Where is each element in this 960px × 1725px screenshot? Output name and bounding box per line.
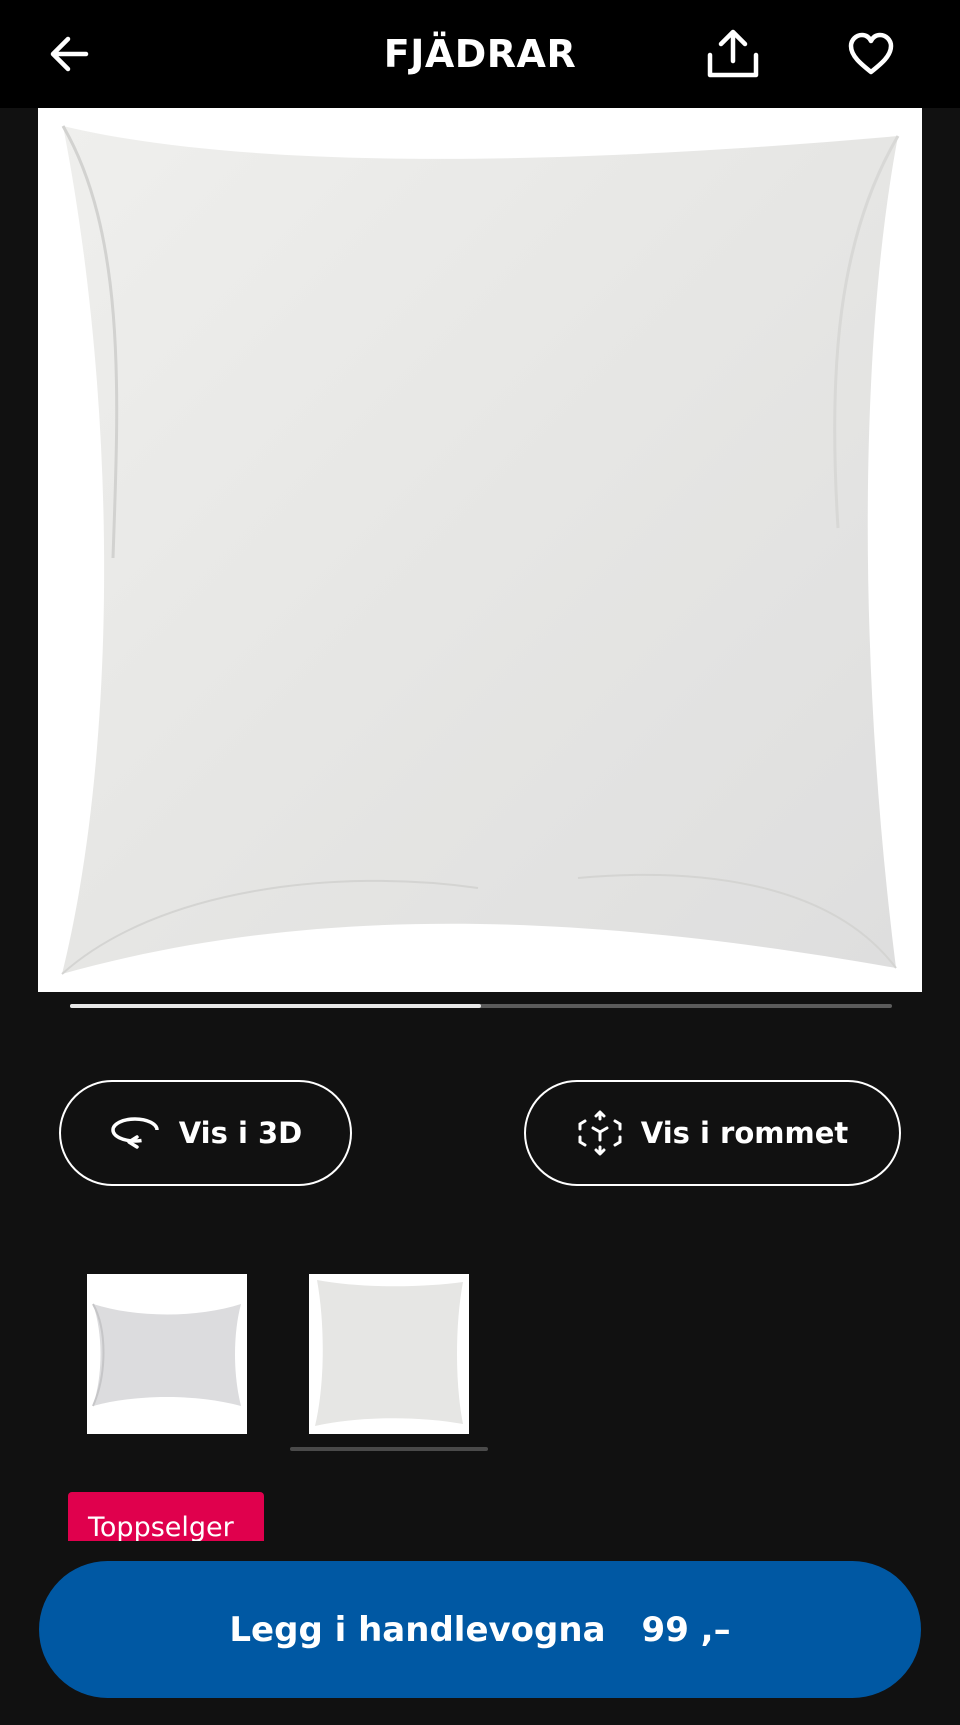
page-title: FJÄDRAR — [383, 32, 577, 76]
gallery-progress-fill — [70, 1004, 481, 1008]
price-label: 99 ,– — [641, 1609, 731, 1650]
thumbnail-square-pillow[interactable] — [309, 1274, 469, 1434]
gallery-progress-track — [70, 1004, 892, 1008]
arrow-left-icon — [50, 36, 89, 72]
view-3d-label: Vis i 3D — [178, 1116, 303, 1150]
rotate-3d-icon — [110, 1117, 159, 1149]
thumbnail-selected-indicator — [290, 1447, 488, 1451]
back-button[interactable] — [39, 24, 99, 84]
top-seller-badge: Toppselger — [68, 1492, 264, 1541]
product-image[interactable] — [38, 108, 922, 992]
add-to-cart-label: Legg i handlevogna — [229, 1609, 606, 1650]
rectangular-pillow-thumbnail-image — [87, 1274, 247, 1434]
add-to-cart-button[interactable]: Legg i handlevogna 99 ,– — [39, 1561, 921, 1698]
thumbnail-rectangular-pillow[interactable] — [87, 1274, 247, 1434]
heart-outline-icon — [848, 32, 894, 75]
share-button[interactable] — [703, 24, 763, 84]
badge-container: Toppselger — [68, 1492, 264, 1541]
square-pillow-thumbnail-image — [309, 1274, 469, 1434]
view-3d-button[interactable]: Vis i 3D — [59, 1080, 352, 1186]
view-in-room-button[interactable]: Vis i rommet — [524, 1080, 901, 1186]
top-bar: FJÄDRAR — [0, 0, 960, 108]
favorite-button[interactable] — [841, 24, 901, 84]
ar-cube-icon — [578, 1110, 622, 1156]
view-in-room-label: Vis i rommet — [640, 1116, 849, 1150]
square-pillow-image — [38, 108, 922, 992]
share-upload-icon — [707, 29, 759, 78]
